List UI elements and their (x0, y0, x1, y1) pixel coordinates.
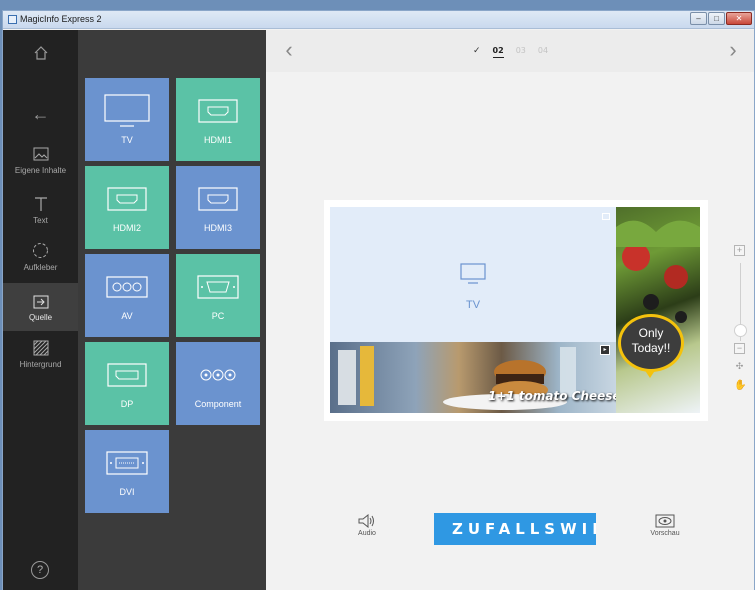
av-port-icon (106, 276, 148, 298)
rail-item-quelle[interactable]: Quelle (3, 283, 78, 331)
pan-hand-icon[interactable]: ✋ (734, 381, 746, 392)
source-tile-dvi[interactable]: DVI (85, 430, 169, 513)
editor-area: ‹ ✓ 02 03 04 › TV ▸ 1+1 tomato Cheese On… (266, 30, 754, 590)
rail-item-label: Eigene Inhalte (14, 166, 67, 175)
help-button[interactable]: ? (31, 561, 49, 579)
image-icon (33, 147, 48, 161)
page-nav-bar: ‹ ✓ 02 03 04 › (266, 30, 754, 72)
component-port-icon (200, 369, 236, 381)
left-rail: ← Eigene Inhalte Text Aufkleber Quelle H… (3, 30, 78, 590)
step-02[interactable]: 02 (492, 46, 504, 58)
source-tile-label: HDMI1 (203, 135, 232, 145)
source-tile-label: AV (121, 311, 133, 321)
rail-item-label: Hintergrund (19, 360, 62, 369)
source-input-icon (33, 295, 48, 309)
source-tile-component[interactable]: Component (176, 342, 260, 425)
source-tile-label: TV (121, 135, 133, 145)
tv-icon (460, 263, 486, 284)
speaker-icon (358, 513, 374, 529)
step-03[interactable]: 03 (516, 46, 526, 58)
window-title: MagicInfo Express 2 (20, 14, 102, 24)
source-tile-dp[interactable]: DP (85, 342, 169, 425)
tv-icon (104, 94, 150, 127)
source-tile-hdmi3[interactable]: HDMI3 (176, 166, 260, 249)
hdmi-port-icon (107, 187, 147, 211)
audio-button[interactable]: Audio (352, 513, 382, 537)
preview-label: Vorschau (650, 530, 680, 537)
bubble-line-2: Today!! (631, 341, 671, 355)
bubble-tail (644, 369, 656, 378)
source-tile-hdmi1[interactable]: HDMI1 (176, 78, 260, 161)
promo-text: 1+1 tomato Cheese Burger (488, 389, 616, 403)
step-04[interactable]: 04 (538, 46, 548, 58)
sticker-icon (33, 243, 48, 258)
app-icon (8, 15, 17, 24)
source-tile-label: Component (194, 399, 242, 409)
source-tile-av[interactable]: AV (85, 254, 169, 337)
rail-item-aufkleber[interactable]: Aufkleber (3, 233, 78, 281)
video-badge-icon: ▸ (600, 345, 610, 355)
source-panel: TV HDMI1 HDMI2 HDMI3 AV PC DP Component (78, 30, 266, 590)
source-tile-hdmi2[interactable]: HDMI2 (85, 166, 169, 249)
tv-zone-label: TV (465, 299, 481, 311)
audio-label: Audio (358, 530, 376, 537)
displayport-icon (107, 363, 147, 387)
rail-item-label: Quelle (28, 313, 53, 322)
home-button[interactable] (3, 30, 78, 75)
source-tile-label: DP (120, 399, 134, 409)
source-tile-pc[interactable]: PC (176, 254, 260, 337)
source-tile-label: HDMI3 (203, 223, 232, 233)
vga-port-icon (197, 275, 239, 299)
burger-image[interactable]: ▸ 1+1 tomato Cheese Burger (330, 342, 616, 413)
hdmi-port-icon (198, 99, 238, 123)
minimize-button[interactable]: ‒ (690, 12, 707, 25)
scrolling-text-ticker[interactable]: ZUFALLSWIE (434, 513, 596, 545)
source-tile-label: DVI (119, 487, 135, 497)
next-page-button[interactable]: › (712, 38, 754, 64)
source-tile-label: PC (211, 311, 225, 321)
dvi-port-icon (106, 451, 148, 475)
salad-image[interactable] (616, 207, 700, 413)
zoom-out-button[interactable]: − (734, 343, 745, 354)
app-window: MagicInfo Express 2 ‒ □ ✕ ← Eigene Inhal… (2, 10, 755, 590)
hdmi-port-icon (198, 187, 238, 211)
rail-item-hintergrund[interactable]: Hintergrund (3, 330, 78, 378)
text-icon (34, 197, 47, 211)
title-bar: MagicInfo Express 2 ‒ □ ✕ (3, 11, 754, 29)
preview-button[interactable]: Vorschau (648, 514, 682, 537)
fit-icon[interactable]: ✣ (734, 362, 745, 373)
layout-canvas: TV ▸ 1+1 tomato Cheese Only Today!! (324, 200, 708, 421)
zone-corner-icon (602, 213, 610, 220)
previous-page-button[interactable]: ‹ (268, 38, 310, 64)
source-tile-tv[interactable]: TV (85, 78, 169, 161)
page-steps: ✓ 02 03 04 (473, 46, 548, 58)
background-pattern-icon (33, 340, 48, 356)
rail-item-eigene-inhalte[interactable]: Eigene Inhalte (3, 136, 78, 184)
zoom-slider-knob[interactable] (734, 324, 747, 337)
rail-item-label: Aufkleber (23, 263, 58, 272)
checkmark-icon[interactable]: ✓ (473, 46, 481, 58)
rail-item-text[interactable]: Text (3, 186, 78, 234)
back-button[interactable]: ← (3, 94, 78, 134)
zoom-in-button[interactable]: + (734, 245, 745, 256)
rail-item-label: Text (33, 216, 48, 225)
only-today-bubble[interactable]: Only Today!! (618, 314, 684, 372)
source-tile-label: HDMI2 (112, 223, 141, 233)
maximize-button[interactable]: □ (708, 12, 725, 25)
salad-illustration (616, 220, 700, 346)
close-button[interactable]: ✕ (726, 12, 752, 25)
tv-zone[interactable]: TV (330, 207, 616, 342)
bottom-toolbar: Audio ZUFALLSWIE Vorschau (266, 500, 754, 560)
home-icon (34, 45, 47, 60)
zoom-controls: + − ✣ ✋ (734, 245, 748, 391)
eye-icon (655, 514, 675, 528)
bubble-line-1: Only (638, 326, 664, 340)
